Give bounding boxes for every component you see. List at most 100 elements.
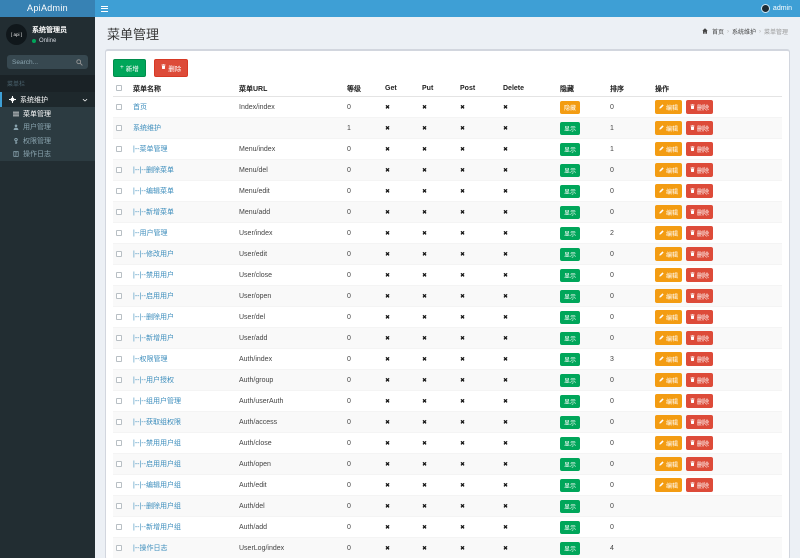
- delete-button[interactable]: 删除: [686, 184, 713, 198]
- brand-logo[interactable]: ApiAdmin: [0, 0, 95, 17]
- delete-button[interactable]: 删除: [686, 142, 713, 156]
- delete-button[interactable]: 删除: [686, 226, 713, 240]
- pencil-icon: [659, 335, 664, 342]
- row-checkbox[interactable]: [116, 167, 122, 173]
- row-checkbox[interactable]: [116, 377, 122, 383]
- breadcrumb-section[interactable]: 系统维护: [732, 27, 756, 36]
- menu-name-link[interactable]: |--|--删除菜单: [133, 167, 174, 174]
- row-checkbox[interactable]: [116, 461, 122, 467]
- edit-button[interactable]: 编辑: [655, 331, 682, 345]
- select-all-checkbox[interactable]: [116, 85, 122, 91]
- edit-button[interactable]: 编辑: [655, 289, 682, 303]
- menu-name-link[interactable]: 首页: [133, 104, 147, 111]
- delete-button[interactable]: 删除: [686, 373, 713, 387]
- menu-name-link[interactable]: |--菜单管理: [133, 146, 167, 153]
- row-checkbox[interactable]: [116, 209, 122, 215]
- edit-button[interactable]: 编辑: [655, 121, 682, 135]
- menu-name-link[interactable]: |--|--编辑用户组: [133, 482, 181, 489]
- visibility-badge: 显示: [560, 122, 580, 135]
- row-checkbox[interactable]: [116, 356, 122, 362]
- delete-button[interactable]: 删除: [686, 121, 713, 135]
- search-icon[interactable]: [76, 59, 83, 66]
- row-checkbox[interactable]: [116, 125, 122, 131]
- menu-name-link[interactable]: |--|--禁用用户: [133, 272, 174, 279]
- sidebar-item-user-management[interactable]: 用户管理: [0, 121, 95, 135]
- menu-name-link[interactable]: |--|--组用户管理: [133, 398, 181, 405]
- edit-button[interactable]: 编辑: [655, 247, 682, 261]
- menu-name-link[interactable]: |--|--用户授权: [133, 377, 174, 384]
- delete-button[interactable]: 删除: [686, 352, 713, 366]
- row-checkbox[interactable]: [116, 251, 122, 257]
- delete-button[interactable]: 删除: [686, 394, 713, 408]
- menu-name-link[interactable]: |--|--新增菜单: [133, 209, 174, 216]
- menu-name-link[interactable]: |--|--修改用户: [133, 251, 174, 258]
- menu-toggle-icon[interactable]: [95, 0, 113, 17]
- edit-button[interactable]: 编辑: [655, 478, 682, 492]
- edit-button[interactable]: 编辑: [655, 184, 682, 198]
- menu-name-link[interactable]: 系统维护: [133, 125, 161, 132]
- menu-name-link[interactable]: |--|--新增用户: [133, 335, 174, 342]
- row-checkbox[interactable]: [116, 335, 122, 341]
- edit-button[interactable]: 编辑: [655, 394, 682, 408]
- sidebar-item-menu-management[interactable]: 菜单管理: [0, 107, 95, 121]
- menu-url: Auth/add: [236, 517, 344, 538]
- edit-button[interactable]: 编辑: [655, 373, 682, 387]
- bulk-delete-button[interactable]: 删除: [154, 59, 188, 77]
- delete-button[interactable]: 删除: [686, 436, 713, 450]
- row-checkbox[interactable]: [116, 524, 122, 530]
- menu-name-link[interactable]: |--|--删除用户组: [133, 503, 181, 510]
- edit-button[interactable]: 编辑: [655, 226, 682, 240]
- row-checkbox[interactable]: [116, 398, 122, 404]
- menu-name-link[interactable]: |--|--新增用户组: [133, 524, 181, 531]
- row-checkbox[interactable]: [116, 314, 122, 320]
- edit-button[interactable]: 编辑: [655, 163, 682, 177]
- row-checkbox[interactable]: [116, 545, 122, 551]
- edit-button[interactable]: 编辑: [655, 310, 682, 324]
- menu-name-link[interactable]: |--|--启用用户组: [133, 461, 181, 468]
- edit-button[interactable]: 编辑: [655, 436, 682, 450]
- edit-button[interactable]: 编辑: [655, 352, 682, 366]
- row-checkbox[interactable]: [116, 419, 122, 425]
- row-checkbox[interactable]: [116, 104, 122, 110]
- menu-name-link[interactable]: |--|--编辑菜单: [133, 188, 174, 195]
- delete-button[interactable]: 删除: [686, 310, 713, 324]
- row-checkbox[interactable]: [116, 482, 122, 488]
- menu-name-link[interactable]: |--|--禁用用户组: [133, 440, 181, 447]
- edit-button[interactable]: 编辑: [655, 100, 682, 114]
- add-button[interactable]: + 新增: [113, 59, 146, 77]
- delete-button[interactable]: 删除: [686, 163, 713, 177]
- search-input[interactable]: [12, 59, 76, 66]
- delete-button[interactable]: 删除: [686, 457, 713, 471]
- edit-button[interactable]: 编辑: [655, 142, 682, 156]
- delete-button[interactable]: 删除: [686, 205, 713, 219]
- edit-button[interactable]: 编辑: [655, 415, 682, 429]
- delete-button[interactable]: 删除: [686, 247, 713, 261]
- row-checkbox[interactable]: [116, 272, 122, 278]
- navbar-user-menu[interactable]: admin: [753, 0, 800, 17]
- delete-button[interactable]: 删除: [686, 478, 713, 492]
- menu-name-link[interactable]: |--权限管理: [133, 356, 167, 363]
- sidebar-item-permission-management[interactable]: 权限管理: [0, 134, 95, 148]
- edit-button[interactable]: 编辑: [655, 457, 682, 471]
- menu-name-link[interactable]: |--操作日志: [133, 545, 167, 552]
- breadcrumb-home[interactable]: 首页: [712, 27, 724, 36]
- sidebar-item-operation-log[interactable]: 操作日志: [0, 148, 95, 162]
- edit-button[interactable]: 编辑: [655, 205, 682, 219]
- menu-name-link[interactable]: |--|--获取组权限: [133, 419, 181, 426]
- row-checkbox[interactable]: [116, 230, 122, 236]
- row-checkbox[interactable]: [116, 293, 122, 299]
- delete-button[interactable]: 删除: [686, 268, 713, 282]
- row-checkbox[interactable]: [116, 503, 122, 509]
- row-checkbox[interactable]: [116, 146, 122, 152]
- treeview-toggle-system[interactable]: 系统维护: [0, 92, 95, 107]
- menu-name-link[interactable]: |--用户管理: [133, 230, 167, 237]
- edit-button[interactable]: 编辑: [655, 268, 682, 282]
- delete-button[interactable]: 删除: [686, 289, 713, 303]
- delete-button[interactable]: 删除: [686, 331, 713, 345]
- row-checkbox[interactable]: [116, 188, 122, 194]
- delete-button[interactable]: 删除: [686, 415, 713, 429]
- menu-name-link[interactable]: |--|--删除用户: [133, 314, 174, 321]
- row-checkbox[interactable]: [116, 440, 122, 446]
- delete-button[interactable]: 删除: [686, 100, 713, 114]
- menu-name-link[interactable]: |--|--启用用户: [133, 293, 174, 300]
